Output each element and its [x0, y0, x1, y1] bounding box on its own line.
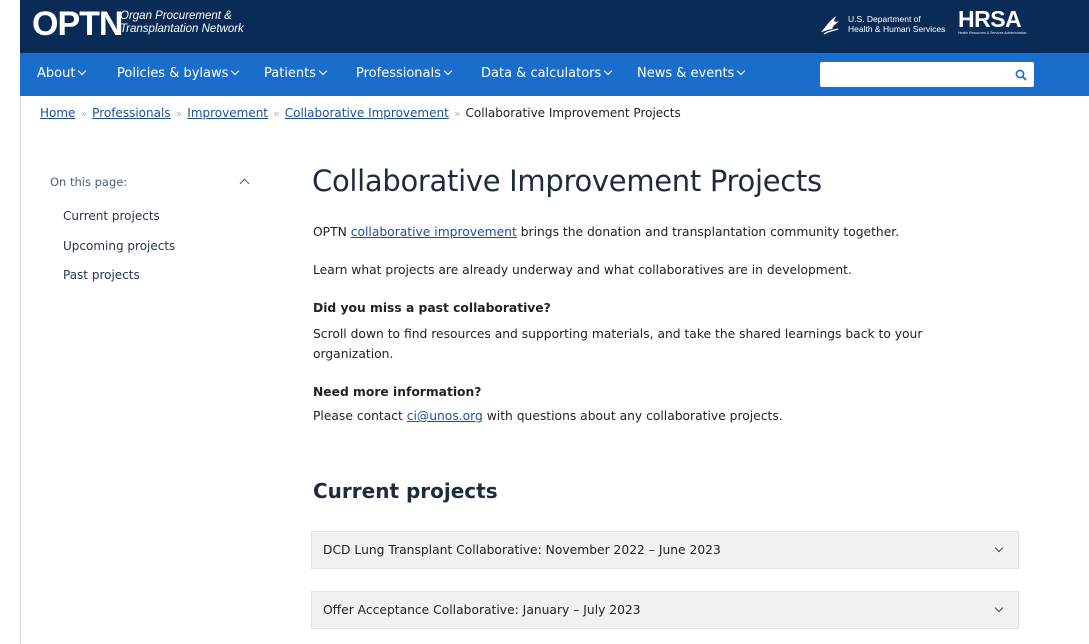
- nav-data-calculators[interactable]: Data & calculators: [481, 66, 613, 82]
- logo-sub-line1: Organ Procurement &: [120, 10, 232, 22]
- breadcrumb-separator: »: [80, 107, 88, 120]
- on-this-page-list: Current projects Upcoming projects Past …: [63, 208, 175, 297]
- nav-professionals-label: Professionals: [356, 66, 441, 81]
- nav-news-label: News & events: [637, 66, 735, 81]
- breadcrumb-home[interactable]: Home: [40, 106, 75, 120]
- chevron-down-icon: [78, 66, 87, 76]
- search-icon[interactable]: [1014, 68, 1028, 82]
- breadcrumb-improvement[interactable]: Improvement: [187, 106, 268, 120]
- sidebar-item-past-projects[interactable]: Past projects: [63, 267, 175, 283]
- chevron-down-icon: [231, 66, 240, 76]
- accordion-label: DCD Lung Transplant Collaborative: Novem…: [323, 543, 721, 557]
- chevron-down-icon: [994, 603, 1004, 613]
- intro-suffix: brings the donation and transplantation …: [516, 225, 900, 239]
- accordion-offer-acceptance[interactable]: Offer Acceptance Collaborative: January …: [311, 591, 1019, 629]
- info-suffix: with questions about any collaborative p…: [482, 409, 783, 423]
- info-paragraph: Please contact ci@unos.org with question…: [313, 408, 783, 425]
- main-nav: About Policies & bylaws Patients Profess…: [20, 53, 1089, 96]
- nav-news-events[interactable]: News & events: [637, 66, 746, 82]
- intro-paragraph: OPTN collaborative improvement brings th…: [313, 224, 899, 241]
- nav-policies-bylaws[interactable]: Policies & bylaws: [117, 66, 240, 82]
- missed-line1: Scroll down to find resources and suppor…: [313, 327, 923, 341]
- nav-about[interactable]: About: [37, 66, 87, 82]
- sidebar-item-current-projects[interactable]: Current projects: [63, 208, 175, 224]
- nav-patients-label: Patients: [264, 66, 317, 81]
- collaborative-improvement-link[interactable]: collaborative improvement: [351, 225, 517, 239]
- chevron-down-icon: [737, 66, 746, 76]
- hhs-eagle-icon: [821, 16, 839, 35]
- logo-sub-line2: Transplantation Network: [120, 23, 244, 35]
- search-box: [820, 62, 1034, 87]
- nav-patients[interactable]: Patients: [264, 66, 328, 82]
- chevron-down-icon: [604, 66, 613, 76]
- search-input[interactable]: [820, 62, 1005, 87]
- current-projects-heading: Current projects: [313, 479, 498, 503]
- accordion-label: Offer Acceptance Collaborative: January …: [323, 603, 641, 617]
- breadcrumb-professionals[interactable]: Professionals: [92, 106, 170, 120]
- breadcrumb-current: Collaborative Improvement Projects: [465, 106, 681, 120]
- learn-paragraph: Learn what projects are already underway…: [313, 263, 852, 277]
- missed-heading: Did you miss a past collaborative?: [313, 301, 551, 315]
- nav-policies-label: Policies & bylaws: [117, 66, 229, 81]
- on-this-page-nav: On this page: Current projects Upcoming …: [50, 175, 260, 282]
- optn-logo-subtitle[interactable]: Organ Procurement & Transplantation Netw…: [120, 10, 244, 36]
- hhs-line2: Health & Human Services: [848, 24, 946, 34]
- hrsa-tagline: Health Resources & Services Administrati…: [958, 31, 1027, 35]
- missed-line2: organization.: [313, 347, 394, 361]
- info-prefix: Please contact: [313, 409, 407, 423]
- hhs-logo[interactable]: U.S. Department of Health & Human Servic…: [818, 12, 953, 38]
- hrsa-logo[interactable]: HRSA Health Resources & Services Adminis…: [958, 7, 1036, 41]
- breadcrumb-separator: »: [175, 107, 183, 120]
- intro-prefix: OPTN: [313, 225, 351, 239]
- chevron-down-icon: [318, 66, 328, 76]
- on-this-page-heading: On this page:: [50, 175, 128, 189]
- page-title: Collaborative Improvement Projects: [312, 164, 822, 198]
- sidebar-item-upcoming-projects[interactable]: Upcoming projects: [63, 238, 175, 254]
- info-heading: Need more information?: [313, 385, 482, 399]
- breadcrumb-collaborative-improvement[interactable]: Collaborative Improvement: [285, 106, 449, 120]
- breadcrumb: Home » Professionals » Improvement » Collabora…: [40, 105, 681, 122]
- chevron-down-icon: [443, 66, 453, 76]
- optn-logo[interactable]: OPTN: [32, 5, 123, 43]
- accordion-dcd-lung[interactable]: DCD Lung Transplant Collaborative: Novem…: [311, 531, 1019, 569]
- nav-professionals[interactable]: Professionals: [356, 66, 453, 82]
- nav-data-label: Data & calculators: [481, 66, 602, 81]
- site-header: OPTN Organ Procurement & Transplantation…: [20, 0, 1089, 53]
- hhs-line1: U.S. Department of: [848, 14, 921, 24]
- breadcrumb-separator: »: [453, 107, 461, 120]
- hhs-text: U.S. Department of Health & Human Servic…: [848, 14, 945, 34]
- nav-about-label: About: [37, 66, 76, 81]
- breadcrumb-separator: »: [273, 107, 280, 120]
- hrsa-wordmark: HRSA: [958, 6, 1022, 32]
- chevron-down-icon: [994, 543, 1004, 553]
- email-link[interactable]: ci@unos.org: [407, 409, 483, 423]
